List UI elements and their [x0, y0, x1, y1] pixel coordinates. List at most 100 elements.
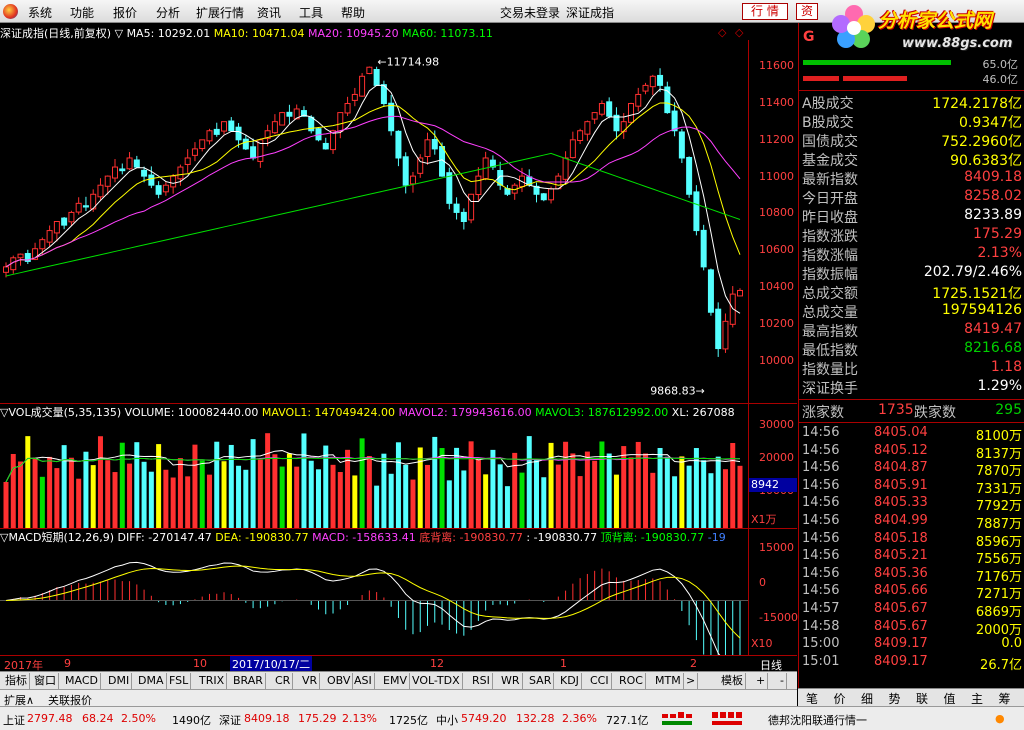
candle-body — [177, 166, 184, 180]
indicator-tab[interactable]: VR — [300, 673, 321, 689]
indicator-tab[interactable]: WR — [499, 673, 523, 689]
indicator-tab[interactable]: RSI — [470, 673, 493, 689]
down-volume-bar-b — [843, 76, 907, 81]
stat-value: 8409.18 — [964, 169, 1022, 185]
candle-body — [344, 103, 351, 114]
sh-percent: 2.50% — [121, 712, 156, 725]
panel-tab[interactable]: 势 — [889, 690, 901, 707]
menu-quotes[interactable]: 报价 — [113, 4, 137, 21]
stat-label: 总成交量 — [802, 305, 858, 321]
stat-value: 8419.47 — [964, 321, 1022, 337]
indicator-tab[interactable]: KDJ — [558, 673, 582, 689]
tick-price: 8405.21 — [874, 548, 928, 564]
menu-news[interactable]: 资讯 — [257, 4, 281, 21]
indicator-tab[interactable]: BRAR — [231, 673, 266, 689]
volume-bar — [446, 480, 452, 528]
panel-tab[interactable]: 主 — [971, 690, 983, 707]
menu-extended-quotes[interactable]: 扩展行情 — [196, 4, 244, 21]
vol-tick: 20000 — [759, 451, 794, 464]
price-tick: 10200 — [759, 317, 794, 330]
stat-value: 2.13% — [977, 245, 1022, 261]
menu-system[interactable]: 系统 — [28, 4, 52, 21]
dea-value: DEA: -190830.77 — [215, 531, 309, 544]
sh-amount: 1490亿 — [172, 714, 211, 727]
menu-function[interactable]: 功能 — [70, 4, 94, 21]
indicator-tab[interactable]: 指标 — [3, 673, 30, 689]
indicator-tab[interactable]: > — [684, 673, 699, 689]
volume-bar — [10, 453, 16, 528]
index-name: 深证成指(日线,前复权) — [0, 27, 112, 40]
volume-bar — [315, 469, 321, 528]
volume-bar — [163, 469, 169, 528]
menu-tools[interactable]: 工具 — [299, 4, 323, 21]
tick-time: 14:56 — [802, 548, 840, 564]
panel-tab[interactable]: 细 — [861, 690, 873, 707]
indicator-tab[interactable]: MTM — [653, 673, 684, 689]
indicator-tab[interactable]: VOL-TDX — [410, 673, 463, 689]
indicator-tab[interactable]: DMI — [106, 673, 133, 689]
tick-price: 8404.99 — [874, 513, 928, 528]
stat-label: 指数涨跌 — [802, 229, 858, 245]
sz-label: 深证 — [219, 714, 241, 727]
volume-bar — [715, 456, 721, 528]
candlestick-chart[interactable]: ←11714.98 9868.83→ — [0, 40, 748, 403]
indicator-tab[interactable]: SAR — [527, 673, 555, 689]
vol-tick: 30000 — [759, 418, 794, 431]
volume-bar — [388, 473, 394, 528]
volume-bar — [708, 473, 714, 528]
info-button[interactable]: 资 — [796, 3, 819, 20]
volume-chart[interactable] — [0, 421, 748, 528]
stat-value: 1724.2178亿 — [932, 96, 1022, 112]
panel-tab[interactable]: 值 — [944, 690, 956, 707]
indicator-tab[interactable]: ASI — [352, 673, 375, 689]
indicator-tab[interactable]: DMA — [136, 673, 167, 689]
stat-value: 197594126 — [941, 302, 1022, 318]
panel-tab[interactable]: 联 — [916, 690, 928, 707]
candle-body — [184, 157, 191, 165]
indicator-tab[interactable]: - — [778, 673, 787, 689]
macd-axis: 15000 0 -15000 X10 — [748, 529, 798, 655]
indicator-tab[interactable]: + — [754, 673, 769, 689]
pin-icon[interactable]: ◇ — [735, 26, 743, 39]
candle-body — [686, 156, 693, 195]
broker-name: 德邦沈阳联通行情一 — [768, 714, 867, 727]
menu-analysis[interactable]: 分析 — [156, 4, 180, 21]
price-tick: 10400 — [759, 280, 794, 293]
candle-body — [577, 130, 584, 142]
indicator-tab[interactable]: OBV — [325, 673, 354, 689]
tick-time: 14:57 — [802, 601, 840, 616]
tick-row: 14:56 8405.12 8137万 — [802, 443, 1022, 462]
diamond-icon[interactable]: ◇ — [718, 26, 726, 39]
indicator-tab[interactable]: CR — [273, 673, 294, 689]
panel-tab[interactable]: 笔 — [806, 690, 818, 707]
menu-help[interactable]: 帮助 — [341, 4, 365, 21]
volume-bar — [497, 464, 503, 528]
panel-tab[interactable]: 价 — [834, 690, 846, 707]
candle-body — [271, 121, 278, 134]
indicator-tab[interactable]: 窗口 — [32, 673, 59, 689]
stat-row: 指数涨幅 2.13% — [802, 245, 1022, 264]
index-code: G — [803, 29, 815, 45]
expand-bar: 扩展∧ 关联报价 — [0, 689, 797, 707]
panel-tab[interactable]: 筹 — [999, 690, 1011, 707]
macd-chart[interactable] — [0, 546, 748, 655]
indicator-tab[interactable]: CCI — [588, 673, 612, 689]
indicator-tab[interactable]: 模板 — [719, 673, 746, 689]
indicator-tab[interactable]: MACD — [63, 673, 101, 689]
candle-body — [3, 266, 9, 273]
volume-bar — [417, 447, 423, 528]
time-cursor-date: 2017/10/17/二 — [230, 656, 313, 672]
volume-bar — [570, 453, 576, 528]
indicator-tab[interactable]: TRIX — [197, 673, 228, 689]
volume-bar — [563, 441, 569, 528]
candle-body — [613, 114, 620, 132]
chart-area[interactable]: 深证成指(日线,前复权) ▽ MA5: 10292.01 MA10: 10471… — [0, 23, 798, 660]
indicator-tab[interactable]: ROC — [617, 673, 646, 689]
top-divergence: 顶背离: -190830.77 — [600, 531, 705, 544]
tick-time: 14:56 — [802, 477, 840, 493]
indicator-tab[interactable]: EMV — [381, 673, 410, 689]
indicator-tab[interactable]: FSL — [167, 673, 192, 689]
quotes-button[interactable]: 行 情 — [742, 3, 788, 20]
volume-bar — [366, 455, 372, 528]
tick-volume: 7887万 — [975, 517, 1022, 532]
